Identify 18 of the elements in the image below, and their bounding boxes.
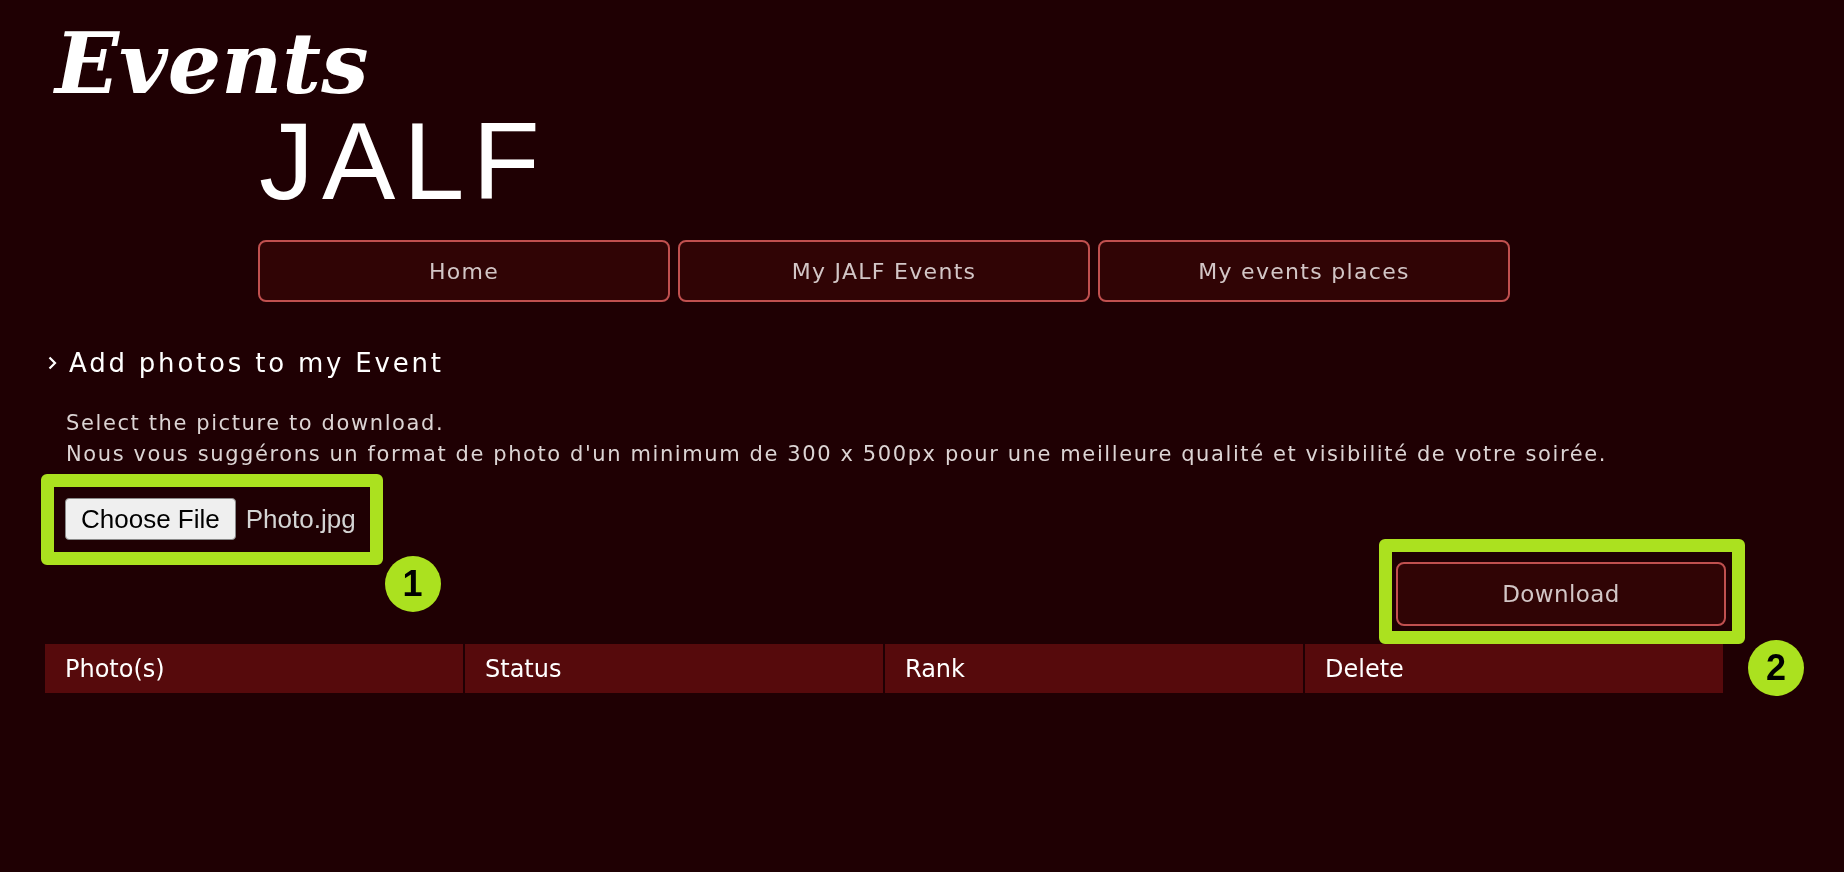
chevron-right-icon xyxy=(48,356,57,370)
step-number-badge: 1 xyxy=(384,556,441,612)
table-header-cell: Status xyxy=(465,644,883,693)
nav-button[interactable]: My events places xyxy=(1098,240,1510,302)
nav-button[interactable]: Home xyxy=(258,240,670,302)
table-header-cell: Photo(s) xyxy=(45,644,463,693)
table-header-cell: Delete xyxy=(1305,644,1723,693)
step-number-badge: 2 xyxy=(1748,640,1804,696)
download-button[interactable]: Download xyxy=(1396,562,1726,626)
table-header-cell: Rank xyxy=(885,644,1303,693)
file-name-text: Photo.jpg xyxy=(245,503,356,535)
instruction-text: Select the picture to download. xyxy=(66,410,446,437)
choose-file-button[interactable]: Choose File xyxy=(65,498,236,540)
instruction-text: Nous vous suggérons un format de photo d'un minimum de 300 x 500px pour une meilleure qualité et visibilité de votre soirée. xyxy=(66,441,1609,468)
logo-script-text: Events xyxy=(55,22,369,106)
section-title: Add photos to my Event xyxy=(69,348,444,378)
logo-wordmark: JALF xyxy=(259,106,548,216)
nav-button[interactable]: My JALF Events xyxy=(678,240,1090,302)
